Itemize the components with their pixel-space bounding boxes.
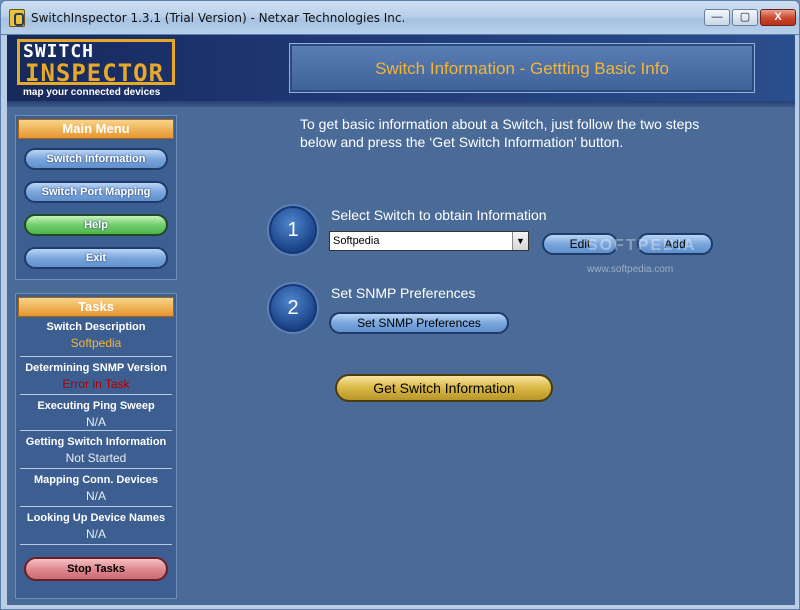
menu-exit-button[interactable]: Exit xyxy=(24,247,168,269)
get-switch-information-button[interactable]: Get Switch Information xyxy=(335,374,553,402)
watermark-text: SOFTPEDIA xyxy=(587,237,697,254)
task-label: Getting Switch Information xyxy=(25,436,167,448)
task-item: Looking Up Device Names N/A xyxy=(20,512,172,541)
tasks-panel: Tasks Switch Description Softpedia Deter… xyxy=(15,293,177,599)
window-titlebar[interactable]: SwitchInspector 1.3.1 (Trial Version) - … xyxy=(0,0,800,34)
task-separator xyxy=(20,356,172,357)
switch-select[interactable]: Softpedia ▼ xyxy=(329,231,529,251)
step-1-label: Select Switch to obtain Information xyxy=(331,207,547,223)
task-separator xyxy=(20,430,172,431)
main-content: To get basic information about a Switch,… xyxy=(185,107,795,605)
window-frame: SWITCH INSPECTOR map your connected devi… xyxy=(0,34,800,610)
app-client-area: SWITCH INSPECTOR map your connected devi… xyxy=(7,35,795,605)
switch-select-value: Softpedia xyxy=(333,235,380,247)
task-item: Switch Description Softpedia xyxy=(20,321,172,350)
tasks-header: Tasks xyxy=(18,297,174,317)
set-snmp-preferences-button[interactable]: Set SNMP Preferences xyxy=(329,312,509,334)
task-status: N/A xyxy=(85,415,106,429)
stop-tasks-button[interactable]: Stop Tasks xyxy=(24,557,168,581)
task-separator xyxy=(20,506,172,507)
task-label: Determining SNMP Version xyxy=(25,362,167,374)
step-2-badge: 2 xyxy=(269,284,317,332)
task-item: Mapping Conn. Devices N/A xyxy=(20,474,172,503)
task-separator xyxy=(20,468,172,469)
task-status: N/A xyxy=(85,489,106,503)
menu-switch-information-button[interactable]: Switch Information xyxy=(24,148,168,170)
task-item: Getting Switch Information Not Started xyxy=(20,436,172,465)
task-label: Mapping Conn. Devices xyxy=(33,474,159,486)
intro-text: To get basic information about a Switch,… xyxy=(300,116,700,150)
window-title: SwitchInspector 1.3.1 (Trial Version) - … xyxy=(31,11,406,25)
logo-text-inspector: INSPECTOR xyxy=(25,59,165,87)
task-status: Softpedia xyxy=(70,336,122,350)
app-icon xyxy=(9,9,25,27)
task-separator xyxy=(20,544,172,545)
header-title-panel: Switch Information - Gettting Basic Info xyxy=(289,43,755,93)
task-label: Looking Up Device Names xyxy=(26,512,166,524)
task-item: Executing Ping Sweep N/A xyxy=(20,400,172,429)
main-menu-header: Main Menu xyxy=(18,119,174,139)
step-2-label: Set SNMP Preferences xyxy=(331,285,476,301)
watermark-url: www.softpedia.com xyxy=(587,264,674,275)
logo-tagline: map your connected devices xyxy=(23,87,161,98)
main-menu-panel: Main Menu Switch Information Switch Port… xyxy=(15,115,177,280)
switch-inspector-logo: SWITCH INSPECTOR map your connected devi… xyxy=(15,37,177,99)
task-status: Not Started xyxy=(65,451,127,465)
task-separator xyxy=(20,394,172,395)
minimize-button[interactable]: — xyxy=(704,9,730,26)
close-button[interactable]: X xyxy=(760,9,796,26)
task-item: Determining SNMP Version Error in Task xyxy=(20,362,172,391)
menu-help-button[interactable]: Help xyxy=(24,214,168,236)
task-label: Switch Description xyxy=(46,321,146,333)
menu-switch-port-mapping-button[interactable]: Switch Port Mapping xyxy=(24,181,168,203)
task-status: Error in Task xyxy=(62,377,130,391)
app-header: SWITCH INSPECTOR map your connected devi… xyxy=(7,35,795,101)
maximize-button[interactable]: ▢ xyxy=(732,9,758,26)
page-title: Switch Information - Gettting Basic Info xyxy=(375,59,669,78)
task-status: N/A xyxy=(85,527,106,541)
step-1-badge: 1 xyxy=(269,206,317,254)
chevron-down-icon[interactable]: ▼ xyxy=(512,232,528,250)
task-label: Executing Ping Sweep xyxy=(37,400,155,412)
